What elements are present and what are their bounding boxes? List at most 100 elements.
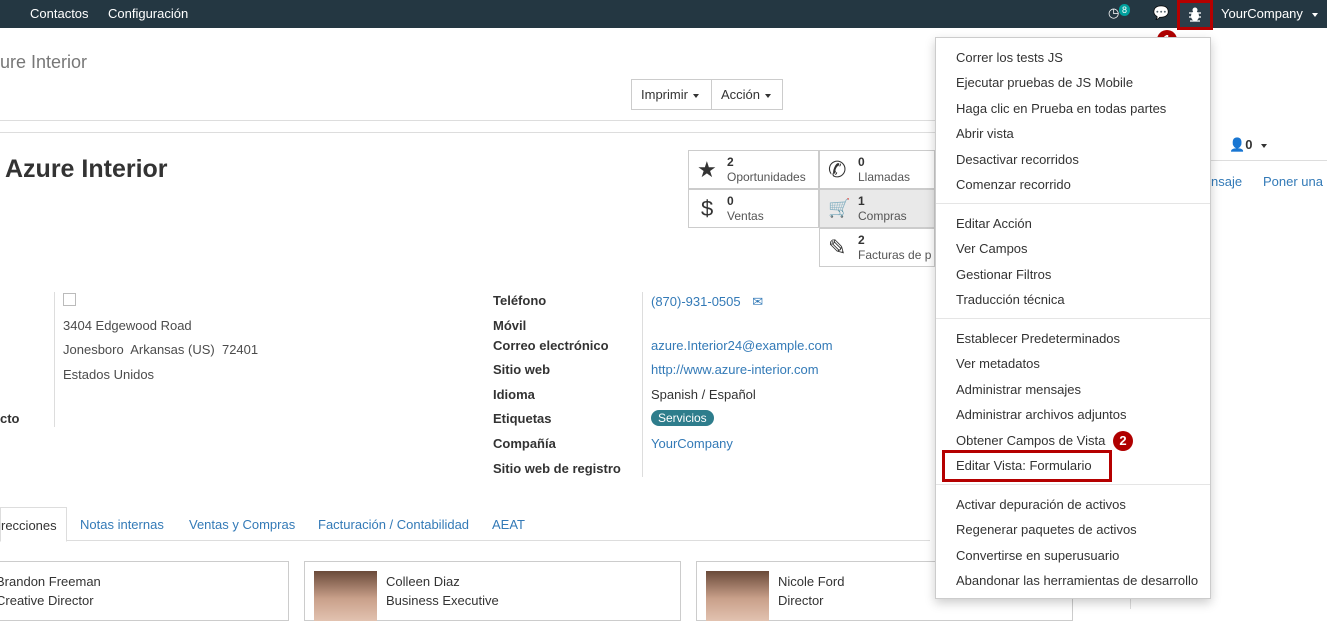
menu-item-regenerate-assets[interactable]: Regenerar paquetes de activos [956,522,1137,537]
notebook-tabs: recciones Notas internas Ventas y Compra… [0,507,930,542]
stat-compras-button[interactable]: 🛒 1 Compras [819,189,935,228]
menu-item-view-fields[interactable]: Ver Campos [956,241,1028,256]
menu-item-run-js-tests[interactable]: Correr los tests JS [956,50,1063,65]
avatar [314,571,377,621]
phone-value[interactable]: (870)-931-0505 ✉ [651,294,763,310]
menu-divider [936,203,1210,204]
contact-name: Nicole Ford [778,574,845,589]
menu-item-technical-translation[interactable]: Traducción técnica [956,292,1065,307]
stat-number: 1 [858,194,865,208]
stat-number: 2 [858,233,865,247]
stat-llamadas-button[interactable]: ✆ 0 Llamadas [819,150,935,189]
menu-divider [936,484,1210,485]
menu-item-manage-messages[interactable]: Administrar mensajes [956,382,1081,397]
chat-icon[interactable]: 💬 [1153,5,1169,21]
stat-ventas-button[interactable]: $ 0 Ventas [688,189,819,228]
company-switcher[interactable]: YourCompany [1221,6,1318,21]
menu-item-view-metadata[interactable]: Ver metadatos [956,356,1040,371]
stat-label: Oportunidades [727,170,806,184]
phone-label: Teléfono [493,293,547,308]
menu-item-disable-tours[interactable]: Desactivar recorridos [956,152,1079,167]
email-label: Correo electrónico [493,338,609,353]
company-label: Compañía [493,436,556,451]
tab-direcciones[interactable]: recciones [0,507,67,542]
envelope-icon[interactable]: ✉ [752,294,763,309]
breadcrumb-title: ure Interior [0,52,88,72]
stat-number: 2 [727,155,734,169]
menu-item-leave-developer-tools[interactable]: Abandonar las herramientas de desarrollo [956,573,1198,588]
tab-facturacion[interactable]: Facturación / Contabilidad [318,517,469,532]
tab-label: recciones [1,518,57,533]
website-link[interactable]: http://www.azure-interior.com [651,362,819,377]
address-city: Jonesboro Arkansas (US) 72401 [63,342,259,357]
activity-count-badge: 8 [1119,4,1131,16]
followers-button[interactable]: 👤0 [1229,137,1268,153]
print-button[interactable]: Imprimir [631,79,712,110]
email-link[interactable]: azure.Interior24@example.com [651,338,833,353]
company-link[interactable]: YourCompany [651,436,733,451]
menu-item-click-everywhere[interactable]: Haga clic en Prueba en todas partes [956,101,1166,116]
action-button[interactable]: Acción [712,79,783,110]
contact-name: Colleen Diaz [386,574,460,589]
contact-label: cto [0,411,20,426]
menu-item-start-tour[interactable]: Comenzar recorrido [956,177,1071,192]
menu-item-set-defaults[interactable]: Establecer Predeterminados [956,331,1120,346]
menu-item-activate-assets-debug[interactable]: Activar depuración de activos [956,497,1126,512]
stat-label: Llamadas [858,170,911,184]
menu-item-fields-view-get[interactable]: Obtener Campos de Vista [956,433,1105,448]
contact-name: Brandon Freeman [0,574,101,589]
tab-aeat[interactable]: AEAT [492,517,525,532]
menu-item-edit-action[interactable]: Editar Acción [956,216,1032,231]
menu-divider [936,318,1210,319]
debug-dropdown-menu: Correr los tests JS Ejecutar pruebas de … [935,37,1211,599]
print-label: Imprimir [641,87,688,102]
chevron-down-icon [1261,143,1268,148]
dollar-icon: $ [701,196,714,221]
cart-icon: 🛒 [828,198,851,218]
stat-label: Ventas [727,209,764,223]
menu-item-run-js-mobile-tests[interactable]: Ejecutar pruebas de JS Mobile [956,75,1133,90]
tags-value: Servicios [651,410,714,426]
stat-number: 0 [727,194,734,208]
chevron-down-icon [1311,12,1318,17]
star-icon: ★ [697,157,717,182]
language-value: Spanish / Español [651,387,756,402]
followers-count: 0 [1245,137,1253,152]
debug-button[interactable] [1177,0,1213,30]
send-message-link[interactable]: nsaje [1211,174,1242,189]
tag-servicios[interactable]: Servicios [651,410,714,426]
control-panel [0,37,935,121]
contact-role: Creative Director [0,593,94,608]
company-checkbox[interactable] [63,293,76,306]
avatar [706,571,769,621]
edit-icon: ✎ [828,235,847,260]
menu-item-open-view[interactable]: Abrir vista [956,126,1014,141]
stat-label: Compras [858,209,907,223]
tab-notas-internas[interactable]: Notas internas [80,517,164,532]
action-label: Acción [721,87,761,102]
menu-contactos[interactable]: Contactos [30,6,89,21]
website-label: Sitio web [493,362,551,377]
activity-clock-icon[interactable]: ◷ [1108,5,1119,21]
contact-card[interactable]: Brandon Freeman Creative Director [0,561,289,621]
phone-link[interactable]: (870)-931-0505 [651,294,741,309]
chevron-down-icon [692,93,699,98]
chevron-down-icon [765,93,772,98]
tab-ventas-compras[interactable]: Ventas y Compras [189,517,295,532]
mobile-label: Móvil [493,318,527,333]
stat-oportunidades-button[interactable]: ★ 2 Oportunidades [688,150,819,189]
registration-site-label: Sitio web de registro [493,461,621,476]
company-name: YourCompany [1221,6,1303,21]
address-country: Estados Unidos [63,367,155,382]
contact-card[interactable]: Colleen Diaz Business Executive [304,561,681,621]
marker-2: 2 [1113,431,1133,451]
partner-name: Azure Interior [5,155,168,183]
menu-item-manage-attachments[interactable]: Administrar archivos adjuntos [956,407,1127,422]
menu-item-manage-filters[interactable]: Gestionar Filtros [956,267,1051,282]
contact-role: Business Executive [386,593,499,608]
log-note-link[interactable]: Poner una n [1263,174,1327,189]
user-icon: 👤 [1229,137,1246,152]
menu-configuracion[interactable]: Configuración [108,6,188,21]
menu-item-become-superuser[interactable]: Convertirse en superusuario [956,548,1119,563]
stat-facturas-button[interactable]: ✎ 2 Facturas de p [819,228,935,267]
